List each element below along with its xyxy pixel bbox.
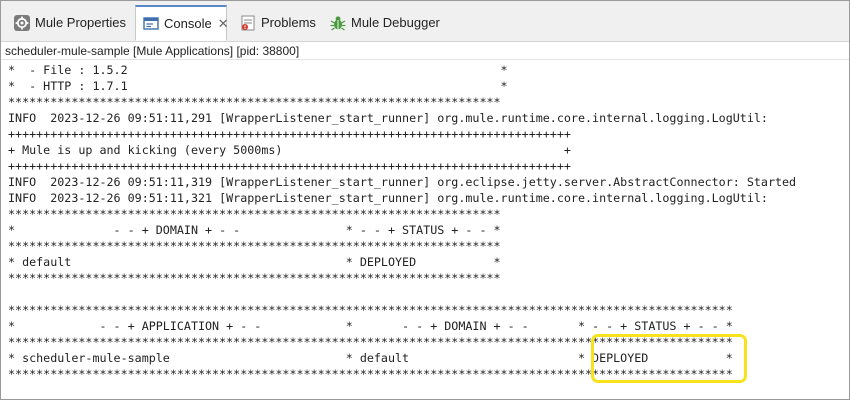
console-line: + Mule is up and kicking (every 5000ms) … — [8, 143, 571, 157]
console-output[interactable]: * - File : 1.5.2 * * - HTTP : 1.7.1 * **… — [1, 61, 849, 399]
console-line: * - - + DOMAIN + - - * - - + STATUS + - … — [8, 223, 501, 237]
console-line: * default * DEPLOYED * — [8, 255, 501, 269]
view-tab-bar: Mule Properties Console ✕ Problems Mule … — [1, 1, 849, 42]
console-line: ****************************************… — [8, 303, 733, 317]
tab-label: Console — [164, 15, 212, 31]
console-icon — [142, 15, 160, 33]
console-line: ++++++++++++++++++++++++++++++++++++++++… — [8, 159, 571, 173]
console-view: Mule Properties Console ✕ Problems Mule … — [0, 0, 850, 400]
tab-problems[interactable]: Problems — [233, 5, 317, 41]
bug-icon — [329, 14, 347, 32]
problems-icon — [239, 14, 257, 32]
console-line: ****************************************… — [8, 207, 501, 221]
console-line: * scheduler-mule-sample * default * DEPL… — [8, 351, 733, 365]
tab-console[interactable]: Console ✕ — [135, 5, 229, 41]
console-line: * - HTTP : 1.7.1 * — [8, 79, 508, 93]
console-line: ++++++++++++++++++++++++++++++++++++++++… — [8, 127, 571, 141]
console-line: ****************************************… — [8, 367, 733, 381]
console-line: INFO 2023-12-26 09:51:11,321 [WrapperLis… — [8, 191, 768, 205]
console-line: ****************************************… — [8, 271, 501, 285]
console-title: scheduler-mule-sample [Mule Applications… — [1, 42, 849, 60]
tab-label: Mule Debugger — [351, 15, 440, 30]
console-line: ****************************************… — [8, 239, 501, 253]
tab-mule-properties[interactable]: Mule Properties — [7, 5, 129, 41]
console-line: ****************************************… — [8, 95, 501, 109]
tab-label: Mule Properties — [35, 15, 127, 30]
console-line: INFO 2023-12-26 09:51:11,291 [WrapperLis… — [8, 111, 768, 125]
console-line: * - File : 1.5.2 * — [8, 63, 508, 77]
console-line: INFO 2023-12-26 09:51:11,319 [WrapperLis… — [8, 175, 797, 189]
console-line: * - - + APPLICATION + - - * - - + DOMAIN… — [8, 319, 733, 333]
tab-label: Problems — [261, 15, 316, 30]
close-icon[interactable]: ✕ — [218, 16, 229, 32]
gear-icon — [13, 14, 31, 32]
tab-mule-debugger[interactable]: Mule Debugger — [323, 5, 440, 41]
console-line: ****************************************… — [8, 335, 733, 349]
